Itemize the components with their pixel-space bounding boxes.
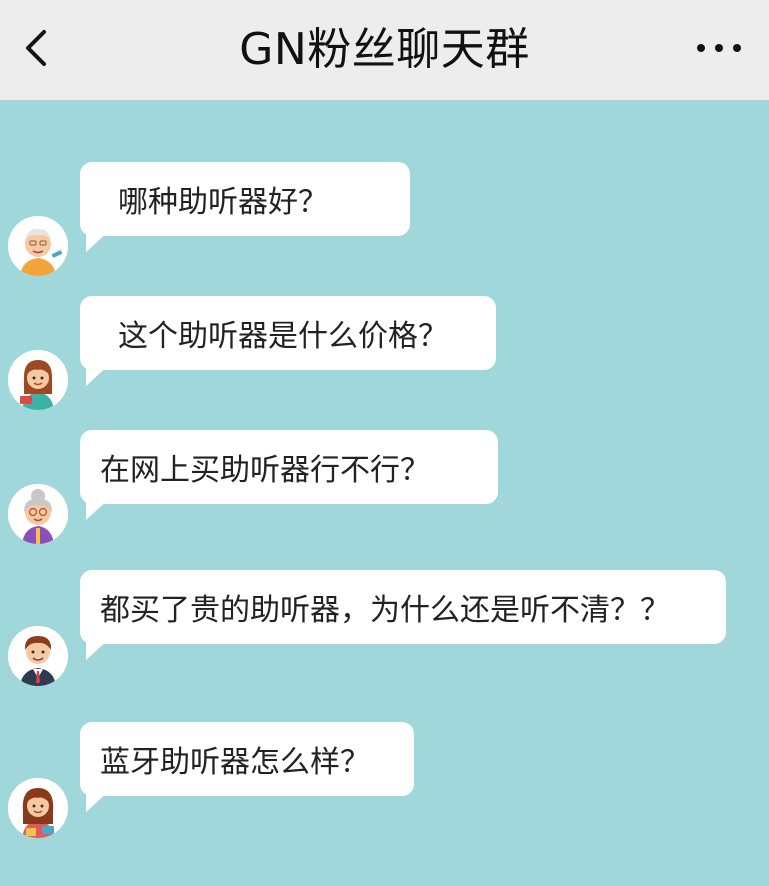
businessman-avatar[interactable] xyxy=(8,626,68,686)
chat-area[interactable]: 哪种助听器好？ 这个助听器是什么价格？ 在网上买助听器行不行？ 都买了贵的助听器… xyxy=(0,100,769,886)
bubble-tail xyxy=(86,232,108,252)
more-button[interactable] xyxy=(691,26,747,70)
old-man-avatar[interactable] xyxy=(8,216,68,276)
message-bubble[interactable]: 蓝牙助听器怎么样？ xyxy=(80,722,414,812)
bubble-tail xyxy=(86,500,108,520)
message-bubble[interactable]: 这个助听器是什么价格？ xyxy=(80,296,496,386)
page-title: GN粉丝聊天群 xyxy=(239,24,530,75)
message-text: 都买了贵的助听器，为什么还是听不清？？ xyxy=(100,593,670,628)
bubble-tail xyxy=(86,792,108,812)
girl-avatar[interactable] xyxy=(8,778,68,838)
message-text: 这个助听器是什么价格？ xyxy=(118,319,448,354)
message-bubble[interactable]: 哪种助听器好？ xyxy=(80,162,410,252)
bubble-tail xyxy=(86,366,108,386)
woman-avatar[interactable] xyxy=(8,350,68,410)
message-text: 蓝牙助听器怎么样？ xyxy=(100,745,370,780)
grandma-avatar[interactable] xyxy=(8,484,68,544)
message-bubble[interactable]: 在网上买助听器行不行？ xyxy=(80,430,498,520)
message-text: 在网上买助听器行不行？ xyxy=(100,453,430,488)
chat-header: GN粉丝聊天群 xyxy=(0,0,769,100)
message-bubble[interactable]: 都买了贵的助听器，为什么还是听不清？？ xyxy=(80,570,726,660)
more-horizontal-icon xyxy=(697,44,741,52)
bubble-tail xyxy=(86,640,108,660)
message-text: 哪种助听器好？ xyxy=(118,185,328,220)
